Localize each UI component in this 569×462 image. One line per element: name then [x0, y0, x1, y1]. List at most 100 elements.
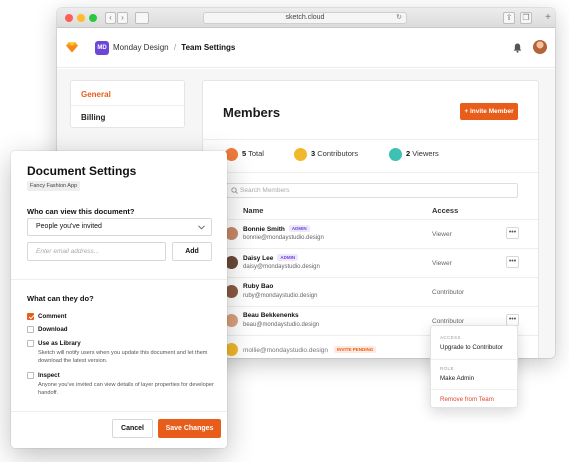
member-name-text: Ruby Bao — [243, 283, 274, 290]
close-window-button[interactable] — [65, 14, 73, 22]
table-row: Ruby Bao ruby@mondaystudio.design Contri… — [203, 277, 538, 306]
column-header-name: Name — [243, 206, 264, 215]
sketch-logo-icon[interactable] — [66, 41, 78, 53]
member-actions-menu: ACCESS Upgrade to Contributor ROLE Make … — [430, 325, 518, 408]
member-access: Contributor — [432, 289, 465, 296]
stat-contributors-label: Contributors — [317, 149, 359, 158]
search-members-input[interactable]: Search Members — [226, 183, 518, 198]
forward-button[interactable]: › — [117, 12, 128, 24]
visibility-value: People you've invited — [36, 223, 102, 230]
document-settings-panel: Document Settings Fancy Fashion App Who … — [11, 151, 227, 448]
library-option-description: Sketch will notify users when you update… — [38, 350, 208, 364]
library-option-label: Use as Library — [38, 340, 81, 347]
member-name: Beau Bekkenenks — [243, 312, 299, 319]
sidebar-toggle-icon[interactable] — [135, 12, 149, 24]
more-options-button[interactable]: ••• — [506, 256, 519, 268]
browser-toolbar: ‹ › sketch.cloud ↻ ⇪ ❐ + — [57, 8, 555, 28]
menu-item-remove[interactable]: Remove from Team — [440, 396, 494, 403]
divider — [203, 139, 538, 140]
sidebar-item-general[interactable]: General — [81, 90, 111, 99]
pencil-icon — [294, 147, 307, 161]
stat-contributors: 3 Contributors — [294, 147, 358, 161]
member-access: Viewer — [432, 231, 452, 238]
breadcrumb-current: Team Settings — [181, 43, 236, 52]
column-header-access: Access — [432, 206, 459, 215]
settings-sidebar: General Billing — [70, 80, 185, 128]
panel-title: Document Settings — [27, 164, 137, 178]
member-name: Daisy Lee ADMIN — [243, 254, 299, 262]
cancel-button[interactable]: Cancel — [112, 419, 153, 438]
visibility-select[interactable]: People you've invited — [27, 218, 212, 236]
member-email: bonnie@mondaystudio.design — [243, 235, 324, 241]
menu-heading-access: ACCESS — [440, 335, 461, 340]
app-header: MD Monday Design / Team Settings — [57, 28, 555, 68]
search-icon — [231, 187, 238, 194]
user-avatar[interactable] — [533, 40, 547, 54]
menu-heading-role: ROLE — [440, 366, 454, 371]
inspect-option-description: Anyone you've invited can view details o… — [38, 382, 214, 396]
comment-checkbox[interactable] — [27, 313, 34, 320]
menu-divider — [431, 359, 517, 360]
chevron-down-icon — [198, 225, 205, 230]
minimize-window-button[interactable] — [77, 14, 85, 22]
sidebar-item-billing[interactable]: Billing — [81, 113, 105, 122]
member-name: Bonnie Smith ADMIN — [243, 225, 310, 233]
panel-divider — [11, 279, 227, 280]
url-text: sketch.cloud — [285, 14, 325, 21]
invite-pending-badge: INVITE PENDING — [334, 346, 377, 353]
address-bar[interactable]: sketch.cloud ↻ — [203, 12, 407, 24]
pending-email: mollie@mondaystudio.design — [243, 347, 329, 354]
members-title: Members — [223, 105, 281, 120]
breadcrumb: Monday Design / Team Settings — [113, 42, 235, 54]
email-placeholder: Enter email address... — [36, 248, 100, 255]
table-row: Daisy Lee ADMIN daisy@mondaystudio.design… — [203, 248, 538, 277]
admin-badge: ADMIN — [277, 254, 299, 261]
permissions-label: What can they do? — [27, 294, 94, 303]
breadcrumb-separator: / — [173, 43, 177, 52]
member-email: beau@mondaystudio.design — [243, 322, 320, 328]
eye-icon — [389, 147, 402, 161]
members-card: Members + Invite Member 5 Total 3 Contri… — [202, 80, 539, 358]
member-name-text: Daisy Lee — [243, 255, 274, 262]
tabs-icon[interactable]: ❐ — [520, 12, 532, 24]
maximize-window-button[interactable] — [89, 14, 97, 22]
menu-item-upgrade[interactable]: Upgrade to Contributor — [440, 344, 503, 351]
comment-option-label: Comment — [38, 313, 67, 320]
back-button[interactable]: ‹ — [105, 12, 116, 24]
search-placeholder: Search Members — [240, 187, 290, 194]
download-option-label: Download — [38, 326, 68, 333]
member-email: ruby@mondaystudio.design — [243, 293, 318, 299]
member-access: Contributor — [432, 318, 465, 325]
stat-total-count: 5 — [242, 149, 247, 158]
menu-divider — [431, 389, 517, 390]
invite-member-button[interactable]: + Invite Member — [460, 103, 518, 120]
breadcrumb-workspace[interactable]: Monday Design — [113, 43, 169, 52]
pending-member: mollie@mondaystudio.design INVITE PENDING — [243, 346, 377, 354]
bell-icon[interactable] — [513, 43, 522, 53]
admin-badge: ADMIN — [288, 225, 310, 232]
member-access: Viewer — [432, 260, 452, 267]
divider — [203, 172, 538, 173]
email-field[interactable]: Enter email address... — [27, 242, 166, 261]
table-row: Bonnie Smith ADMIN bonnie@mondaystudio.de… — [203, 219, 538, 248]
share-icon[interactable]: ⇪ — [503, 12, 515, 24]
stat-viewers: 2 Viewers — [389, 147, 439, 161]
new-tab-icon[interactable]: + — [545, 12, 551, 23]
inspect-checkbox[interactable] — [27, 372, 34, 379]
member-name-text: Beau Bekkenenks — [243, 312, 299, 319]
inspect-option-label: Inspect — [38, 372, 60, 379]
reload-icon[interactable]: ↻ — [396, 13, 402, 23]
who-can-view-label: Who can view this document? — [27, 207, 135, 216]
stat-viewers-label: Viewers — [412, 149, 439, 158]
stat-viewers-count: 2 — [406, 149, 411, 158]
save-changes-button[interactable]: Save Changes — [158, 419, 221, 438]
workspace-badge[interactable]: MD — [95, 41, 109, 55]
more-options-button[interactable]: ••• — [506, 227, 519, 239]
project-tag: Fancy Fashion App — [27, 181, 81, 191]
add-email-button[interactable]: Add — [172, 242, 212, 261]
member-name-text: Bonnie Smith — [243, 226, 285, 233]
library-checkbox[interactable] — [27, 340, 34, 347]
download-checkbox[interactable] — [27, 326, 34, 333]
sidebar-divider — [71, 105, 184, 106]
menu-item-make-admin[interactable]: Make Admin — [440, 375, 474, 382]
